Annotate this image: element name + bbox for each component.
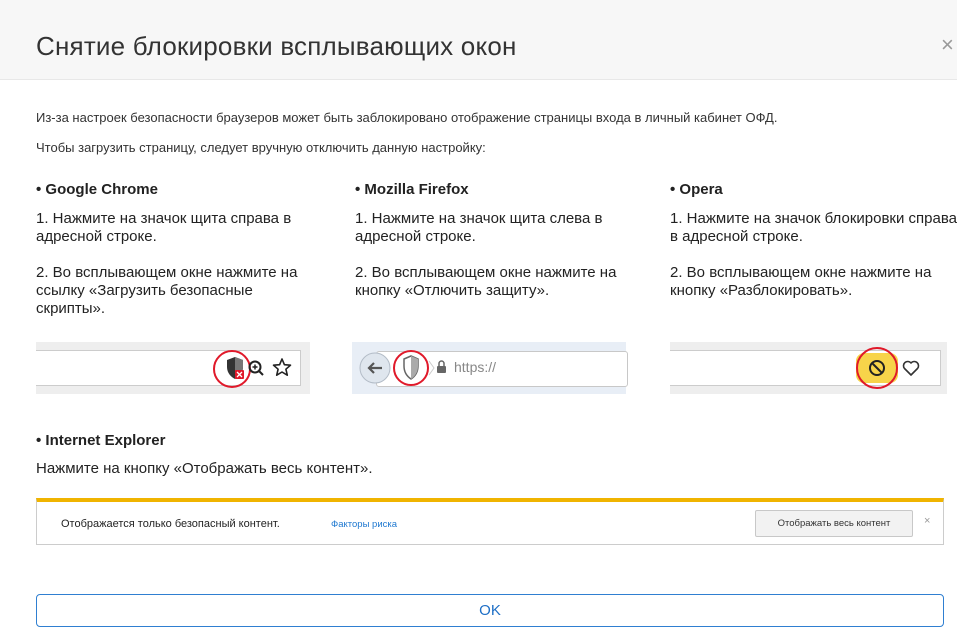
chrome-step-2: 2. Во всплывающем окне нажмите на ссылку… — [36, 264, 298, 317]
heart-icon — [902, 360, 920, 376]
risk-factors-link[interactable]: Факторы риска — [331, 519, 397, 530]
ie-bar-message: Отображается только безопасный контент. — [61, 518, 280, 530]
opera-instructions: • Opera 1. Нажмите на значок блокировки … — [670, 181, 957, 300]
firefox-instructions: • Mozilla Firefox 1. Нажмите на значок щ… — [355, 181, 645, 300]
chrome-icons — [213, 350, 292, 388]
ie-notification-bar: Отображается только безопасный контент. … — [36, 498, 944, 545]
close-icon[interactable]: × — [941, 34, 957, 56]
firefox-addressbar-screenshot: https:// — [352, 342, 628, 394]
chrome-step-1: 1. Нажмите на значок щита справа в адрес… — [36, 210, 292, 245]
zoom-icon — [248, 360, 264, 376]
chrome-heading: • Google Chrome — [36, 181, 158, 198]
show-all-content-button[interactable]: Отображать весь контент — [755, 510, 913, 537]
opera-icons — [856, 347, 920, 389]
intro-text-1: Из-за настроек безопасности браузеров мо… — [36, 110, 778, 125]
star-icon — [272, 358, 292, 376]
ie-heading: • Internet Explorer — [36, 432, 166, 449]
popup-unblock-dialog: Снятие блокировки всплывающих окон × Из-… — [0, 0, 957, 636]
lock-icon — [437, 360, 446, 373]
ie-bar-close-icon[interactable]: × — [924, 515, 930, 527]
opera-step-2: 2. Во всплывающем окне нажмите на кнопку… — [670, 264, 932, 299]
ok-button[interactable]: OK — [36, 594, 944, 627]
dialog-title: Снятие блокировки всплывающих окон — [36, 31, 517, 61]
firefox-heading: • Mozilla Firefox — [355, 181, 469, 198]
shield-icon — [403, 355, 419, 380]
firefox-url: https:// — [454, 359, 497, 375]
opera-step-1: 1. Нажмите на значок блокировки справа в… — [670, 210, 957, 245]
chrome-instructions: • Google Chrome 1. Нажмите на значок щит… — [36, 181, 326, 318]
firefox-step-2: 2. Во всплывающем окне нажмите на кнопку… — [355, 264, 617, 299]
back-arrow-icon — [359, 352, 391, 384]
chrome-addressbar-screenshot — [36, 342, 310, 394]
firefox-step-1: 1. Нажмите на значок щита слева в адресн… — [355, 210, 603, 245]
intro-text-2: Чтобы загрузить страницу, следует вручну… — [36, 140, 486, 155]
ie-instruction: Нажмите на кнопку «Отображать весь конте… — [36, 460, 373, 477]
opera-addressbar-screenshot — [670, 342, 947, 394]
shield-blocked-icon — [227, 357, 244, 379]
opera-heading: • Opera — [670, 181, 723, 198]
dialog-header: Снятие блокировки всплывающих окон × — [0, 0, 957, 80]
